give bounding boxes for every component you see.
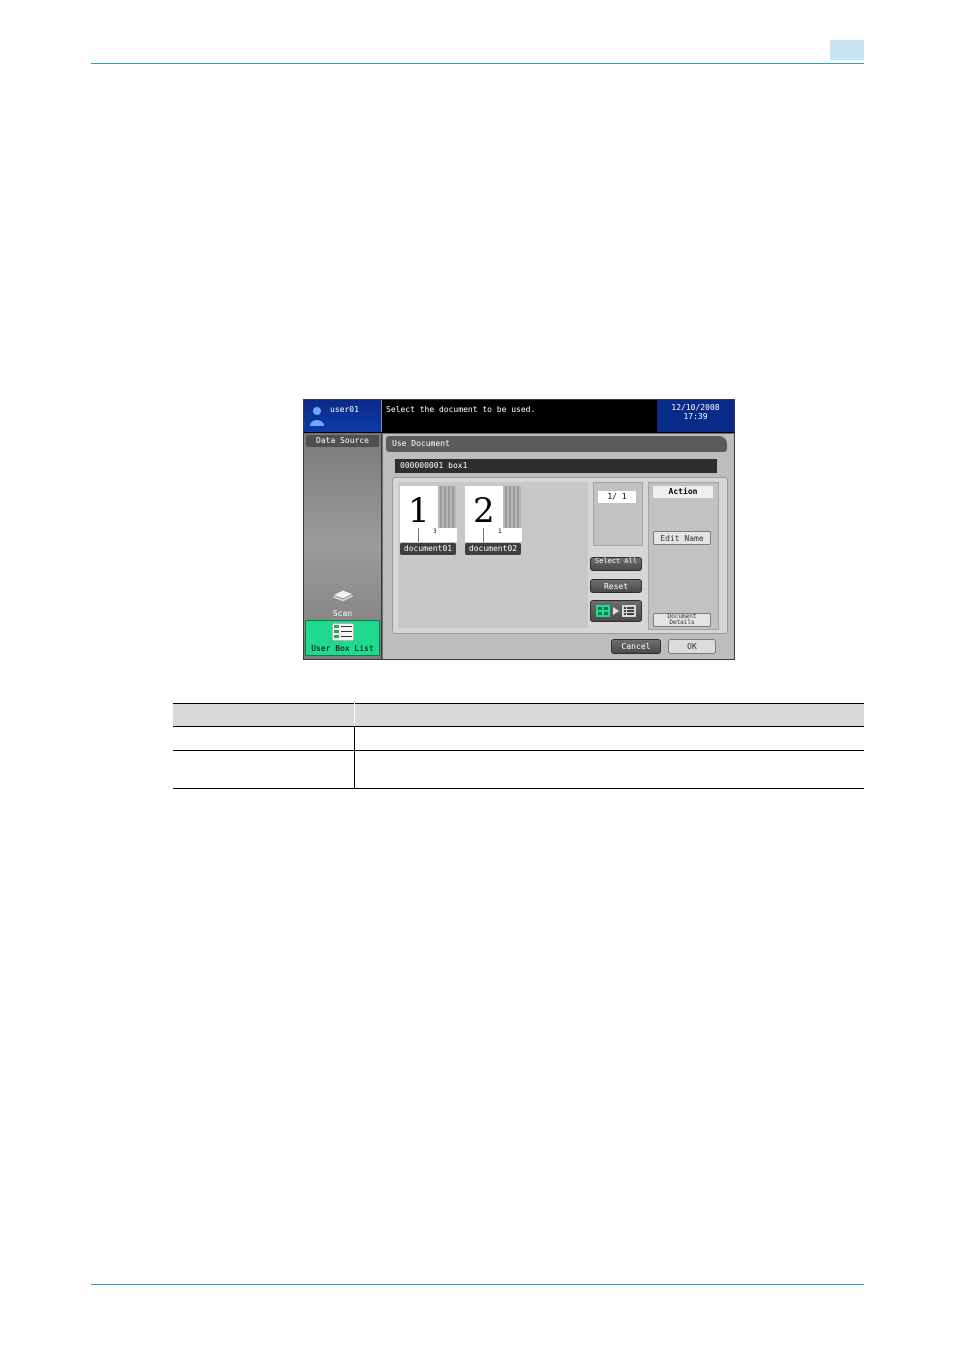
table-header-cell	[173, 703, 355, 727]
header-tab-marker	[830, 40, 864, 60]
scan-label: Scan	[332, 609, 353, 618]
cancel-button[interactable]: Cancel	[611, 639, 661, 654]
control-panel-screen: user01 Select the document to be used. 1…	[303, 399, 735, 660]
page-indicator: 1/ 1	[598, 491, 636, 503]
page-title: Use Document	[386, 436, 727, 452]
sidebar: Data Source Scan User Box List	[304, 434, 382, 659]
table-cell	[173, 726, 355, 751]
page-count: 1	[498, 528, 502, 535]
document-thumbnail[interactable]: 1 3 document01	[400, 486, 457, 556]
user-name: user01	[330, 405, 359, 414]
page-number: 2	[473, 491, 495, 531]
scan-button[interactable]: Scan	[306, 584, 379, 620]
document-thumbnail[interactable]: 2 1 document02	[465, 486, 522, 556]
scanner-icon	[332, 589, 354, 602]
view-toggle-button[interactable]	[590, 600, 642, 622]
user-box-list-button[interactable]: User Box List	[305, 620, 380, 656]
ok-button[interactable]: OK	[668, 639, 716, 654]
document-name: document01	[400, 543, 456, 555]
main-area: Use Document 000000001 box1 1 3 document…	[383, 434, 734, 659]
document-details-button[interactable]: Document Details	[653, 613, 711, 627]
table-row	[173, 750, 864, 789]
page-number: 1	[408, 491, 430, 531]
box-info: 000000001 box1	[395, 459, 717, 473]
document-panel: 1 3 document01 2 1 document02 1/ 1 Selec…	[392, 477, 728, 634]
top-bar: user01 Select the document to be used. 1…	[304, 400, 734, 433]
list-view-icon	[622, 605, 636, 617]
user-area[interactable]: user01	[304, 400, 382, 432]
table-cell	[173, 750, 355, 789]
thumbnail-view-icon	[596, 605, 610, 617]
document-name: document02	[465, 543, 521, 555]
user-icon	[310, 407, 324, 426]
footer-rule	[91, 1284, 864, 1285]
table-cell	[354, 726, 864, 751]
header-rule	[91, 63, 864, 64]
action-panel: Action Edit Name Document Details	[648, 482, 719, 630]
reset-button[interactable]: Reset	[590, 579, 642, 593]
date-time: 12/10/2008 17:39	[657, 400, 734, 432]
action-title: Action	[653, 486, 713, 498]
status-message: Select the document to be used.	[386, 405, 536, 414]
table-cell	[354, 750, 864, 789]
box-list-icon	[332, 623, 354, 641]
select-all-button[interactable]: Select All	[590, 557, 642, 571]
user-box-list-label: User Box List	[311, 644, 374, 653]
edit-name-button[interactable]: Edit Name	[653, 531, 711, 545]
table-row	[173, 726, 864, 751]
pager: 1/ 1	[593, 482, 643, 546]
description-table	[173, 703, 864, 789]
page-count: 3	[433, 528, 437, 535]
arrow-right-icon	[613, 607, 619, 615]
document-list: 1 3 document01 2 1 document02	[398, 482, 588, 628]
table-header-row	[173, 703, 864, 727]
data-source-label: Data Source	[306, 435, 379, 447]
table-header-cell	[354, 703, 864, 727]
